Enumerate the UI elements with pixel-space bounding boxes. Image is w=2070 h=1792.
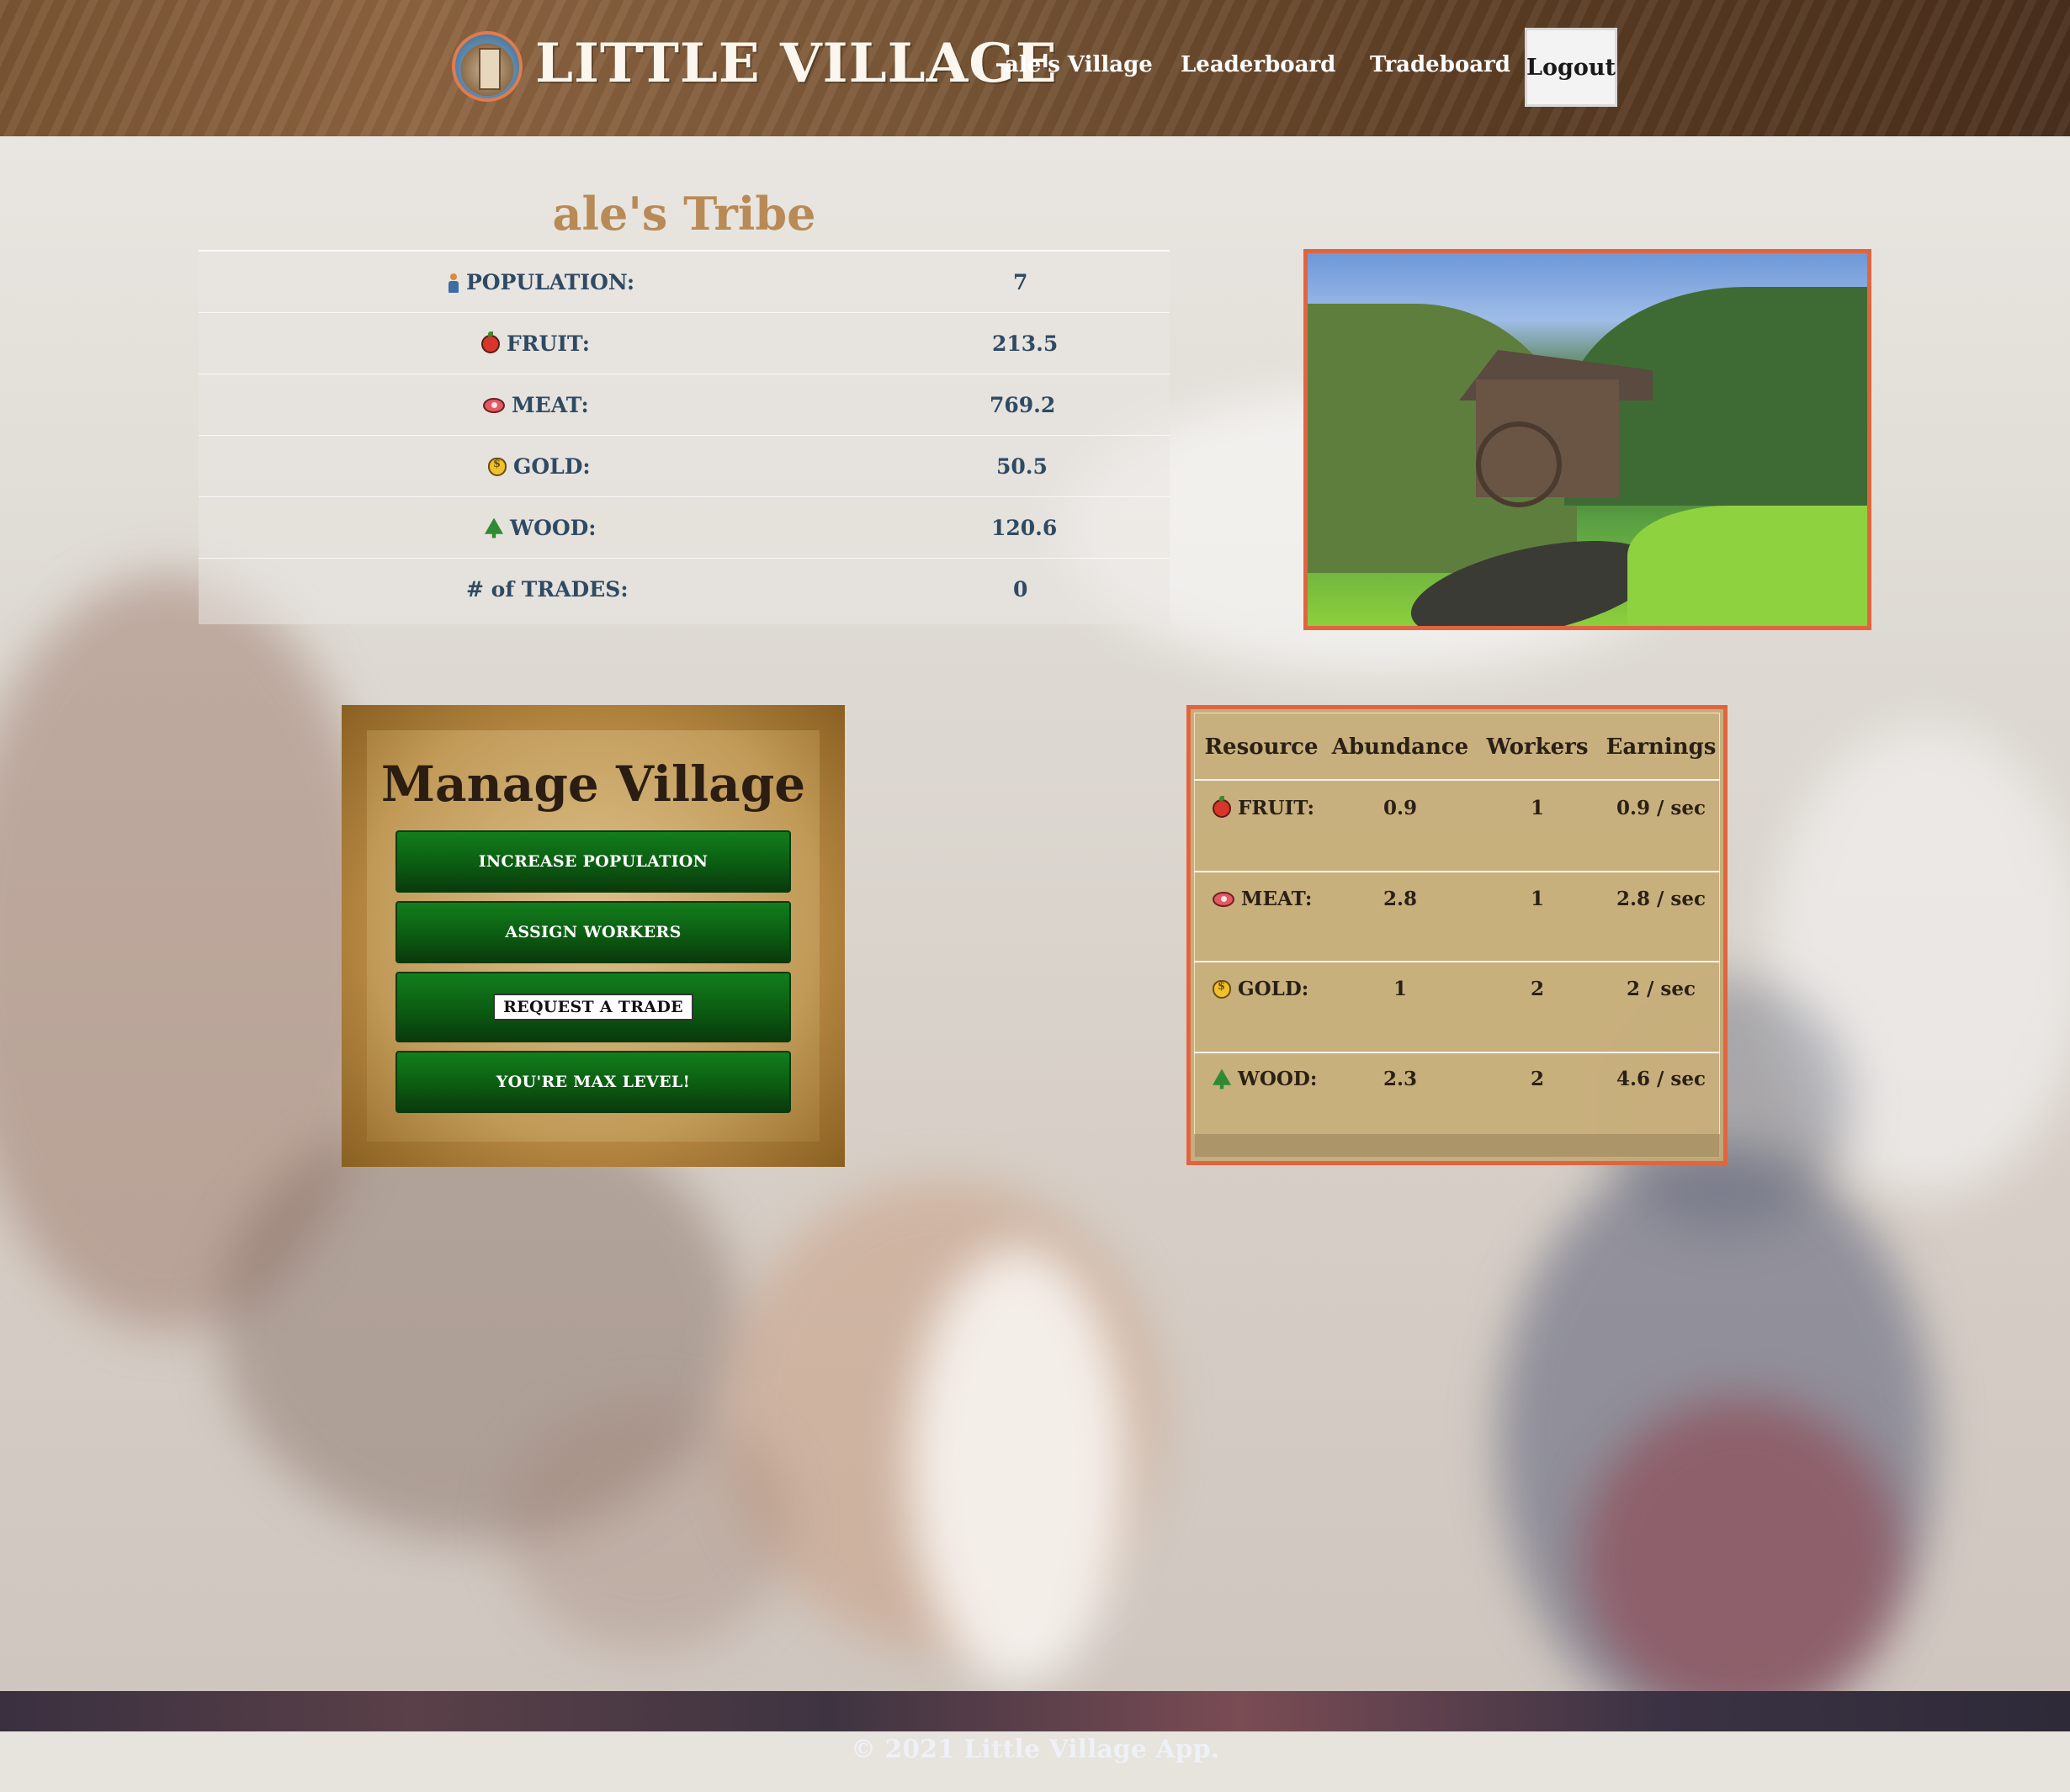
stat-label: WOOD: — [510, 516, 597, 540]
tribe-title: ale's Tribe — [552, 187, 816, 241]
row-abundance: 2.3 — [1383, 1068, 1418, 1090]
row-resource: GOLD: — [1238, 978, 1309, 1000]
logout-button[interactable]: Logout — [1525, 28, 1617, 107]
watermill-painting — [1303, 249, 1871, 630]
row-earnings: 0.9 / sec — [1616, 797, 1706, 819]
tree-icon — [1213, 1068, 1231, 1090]
manage-village-panel: Manage Village INCREASE POPULATION ASSIG… — [342, 705, 845, 1167]
stat-value: 120.6 — [991, 516, 1058, 540]
manage-village-title: Manage Village — [380, 756, 806, 813]
meat-icon — [1213, 891, 1234, 907]
money-bag-icon — [1213, 979, 1231, 999]
stat-label: # of TRADES: — [466, 577, 629, 602]
stat-value: 7 — [1013, 270, 1028, 294]
max-level-button[interactable]: YOU'RE MAX LEVEL! — [395, 1051, 791, 1113]
apple-icon — [481, 331, 500, 353]
row-resource: WOOD: — [1238, 1068, 1318, 1090]
tribe-stats-table: POPULATION: 7 FRUIT: 213.5 MEAT: 769.2 G… — [199, 250, 1170, 624]
request-trade-label: REQUEST A TRADE — [493, 994, 693, 1021]
stat-label: FRUIT: — [507, 331, 590, 356]
stat-row-gold: GOLD: 50.5 — [199, 435, 1170, 497]
stat-row-fruit: FRUIT: 213.5 — [199, 312, 1170, 374]
stat-row-trades: # of TRADES: 0 — [199, 558, 1170, 620]
header-workers: Workers — [1486, 734, 1589, 760]
stat-row-population: POPULATION: 7 — [199, 251, 1170, 313]
brand-title[interactable]: LITTLE VILLAGE — [535, 32, 1058, 95]
stat-label: POPULATION: — [466, 270, 635, 294]
nav-my-village[interactable]: ale's Village — [1005, 52, 1153, 77]
resource-table: Resource Abundance Workers Earnings FRUI… — [1186, 705, 1728, 1165]
row-workers: 1 — [1530, 888, 1545, 910]
stat-value: 213.5 — [992, 331, 1059, 356]
stat-value: 769.2 — [990, 393, 1056, 417]
row-earnings: 2 / sec — [1626, 978, 1696, 1000]
row-workers: 2 — [1530, 978, 1545, 1000]
header-abundance: Abundance — [1331, 734, 1469, 760]
row-workers: 1 — [1530, 797, 1545, 819]
assign-workers-button[interactable]: ASSIGN WORKERS — [395, 901, 791, 963]
header-earnings: Earnings — [1606, 734, 1717, 760]
stat-label: MEAT: — [512, 393, 589, 417]
request-trade-button[interactable]: REQUEST A TRADE — [395, 972, 791, 1042]
row-workers: 2 — [1530, 1068, 1545, 1090]
stat-row-meat: MEAT: 769.2 — [199, 374, 1170, 436]
row-abundance: 0.9 — [1383, 797, 1418, 819]
row-resource: FRUIT: — [1238, 797, 1315, 819]
row-earnings: 2.8 / sec — [1616, 888, 1706, 910]
row-abundance: 2.8 — [1383, 888, 1418, 910]
footer-bar — [0, 1691, 2070, 1731]
top-navbar: LITTLE VILLAGE ale's Village Leaderboard… — [0, 0, 2070, 136]
stat-value: 50.5 — [996, 454, 1048, 479]
person-icon — [448, 273, 459, 293]
apple-icon — [1213, 795, 1231, 818]
header-resource: Resource — [1204, 734, 1319, 760]
row-earnings: 4.6 / sec — [1616, 1068, 1706, 1090]
stat-row-wood: WOOD: 120.6 — [199, 496, 1170, 559]
stat-label: GOLD: — [513, 454, 591, 479]
village-logo-icon[interactable] — [452, 31, 523, 102]
increase-population-button[interactable]: INCREASE POPULATION — [395, 830, 791, 893]
meat-icon — [483, 397, 505, 413]
tree-icon — [485, 517, 503, 538]
nav-tradeboard[interactable]: Tradeboard — [1370, 52, 1510, 77]
nav-leaderboard[interactable]: Leaderboard — [1181, 52, 1335, 77]
stat-value: 0 — [1013, 577, 1028, 602]
footer-copyright: © 2021 Little Village App. — [850, 1735, 1220, 1764]
money-bag-icon — [488, 457, 507, 476]
row-abundance: 1 — [1393, 978, 1408, 1000]
row-resource: MEAT: — [1241, 888, 1313, 910]
